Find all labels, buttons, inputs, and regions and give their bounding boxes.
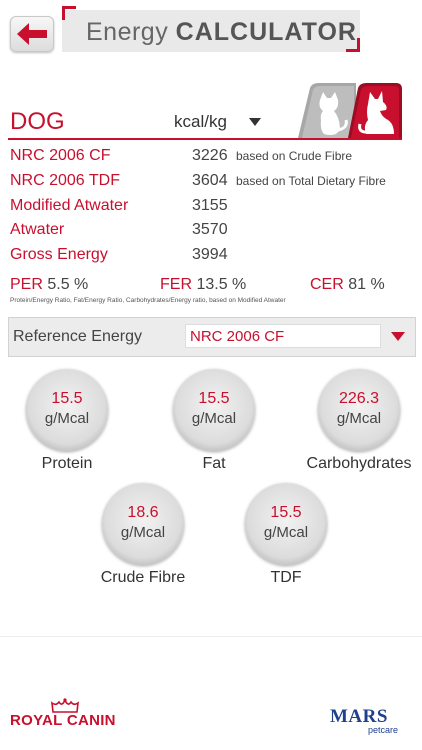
result-row-nrc-cf: NRC 2006 CF 3226 based on Crude Fibre — [10, 147, 414, 169]
nutrient-gauge-tdf: 15.5 g/Mcal TDF — [211, 483, 361, 593]
result-value: 3570 — [192, 221, 228, 238]
reference-energy-bar: Reference Energy NRC 2006 CF — [8, 317, 416, 357]
page-title: Energy CALCULATOR — [86, 18, 357, 47]
gauge-unit: g/Mcal — [263, 524, 309, 541]
unit-dropdown[interactable]: kcal/kg — [174, 112, 261, 132]
energy-calculator-screen: Energy CALCULATOR DOG kcal/kg NRC 2006 C… — [0, 0, 422, 750]
dropdown-arrow-icon[interactable] — [391, 332, 405, 341]
divider — [8, 138, 402, 140]
back-button[interactable] — [10, 16, 54, 52]
result-value: 3155 — [192, 197, 228, 214]
ratio-value: 13.5 % — [196, 276, 247, 293]
result-note: based on Total Dietary Fibre — [236, 174, 386, 188]
gauge-value: 18.6 — [127, 504, 159, 521]
mars-petcare-logo: MARS petcare — [330, 706, 410, 738]
species-label: DOG — [10, 108, 65, 135]
gauge-unit: g/Mcal — [120, 524, 166, 541]
ratio-cer: CER 81 % — [310, 276, 385, 294]
gauge-disc: 18.6 g/Mcal — [102, 483, 184, 565]
gauge-value: 226.3 — [338, 390, 380, 407]
reference-energy-dropdown[interactable]: NRC 2006 CF — [185, 324, 381, 348]
gauge-caption: TDF — [270, 569, 302, 586]
species-tabs-graphic — [298, 83, 402, 138]
result-label: NRC 2006 CF — [10, 147, 111, 164]
gauge-value: 15.5 — [270, 504, 302, 521]
gauge-unit: g/Mcal — [44, 410, 90, 427]
reference-energy-label: Reference Energy — [13, 328, 142, 345]
gauge-caption: Protein — [41, 455, 93, 472]
gauge-unit: g/Mcal — [191, 410, 237, 427]
royal-canin-logo: ROYAL CANIN — [10, 698, 126, 738]
result-row-modified-atwater: Modified Atwater 3155 — [10, 197, 414, 219]
nutrient-gauge-protein: 15.5 g/Mcal Protein — [0, 369, 142, 479]
royal-canin-wordmark: ROYAL CANIN — [10, 712, 116, 729]
ratio-label: PER — [10, 276, 43, 293]
result-value: 3226 — [192, 147, 228, 164]
gauge-disc: 15.5 g/Mcal — [173, 369, 255, 451]
gauge-caption: Crude Fibre — [100, 569, 186, 586]
ratio-fer: FER 13.5 % — [160, 276, 246, 294]
gauge-unit: g/Mcal — [336, 410, 382, 427]
gauge-caption: Fat — [202, 455, 226, 472]
footer-divider — [0, 636, 422, 637]
nutrient-gauge-carbohydrates: 226.3 g/Mcal Carbohydrates — [284, 369, 422, 479]
back-arrow-icon — [17, 23, 47, 45]
result-row-atwater: Atwater 3570 — [10, 221, 414, 243]
result-row-nrc-tdf: NRC 2006 TDF 3604 based on Total Dietary… — [10, 172, 414, 194]
nutrient-gauge-crude-fibre: 18.6 g/Mcal Crude Fibre — [68, 483, 218, 593]
result-value: 3604 — [192, 172, 228, 189]
result-row-gross-energy: Gross Energy 3994 — [10, 246, 414, 268]
title-corner-decoration — [62, 6, 76, 20]
gauge-caption: Carbohydrates — [306, 455, 412, 472]
cat-tab[interactable] — [298, 83, 356, 138]
chevron-down-icon — [248, 118, 261, 126]
ratio-label: CER — [310, 276, 344, 293]
result-value: 3994 — [192, 246, 228, 263]
gauge-value: 15.5 — [198, 390, 230, 407]
gauge-value: 15.5 — [51, 390, 83, 407]
ratio-value: 5.5 % — [47, 276, 89, 293]
page-title-bold: CALCULATOR — [175, 18, 357, 46]
result-label: Atwater — [10, 221, 65, 238]
result-label: Gross Energy — [10, 246, 108, 263]
petcare-wordmark: petcare — [368, 725, 399, 735]
energy-ratios: PER 5.5 % FER 13.5 % CER 81 % — [10, 276, 414, 298]
dog-tab[interactable] — [348, 83, 402, 138]
gauge-disc: 226.3 g/Mcal — [318, 369, 400, 451]
ratio-value: 81 % — [348, 276, 385, 293]
ratio-footnote: Protein/Energy Ratio, Fat/Energy Ratio, … — [10, 297, 286, 304]
result-label: Modified Atwater — [10, 197, 129, 214]
unit-value: kcal/kg — [174, 112, 227, 131]
gauge-disc: 15.5 g/Mcal — [26, 369, 108, 451]
page-title-light: Energy — [86, 18, 169, 46]
species-tabs — [296, 82, 404, 138]
nutrient-gauge-fat: 15.5 g/Mcal Fat — [139, 369, 289, 479]
ratio-label: FER — [160, 276, 192, 293]
ratio-per: PER 5.5 % — [10, 276, 88, 294]
reference-energy-value: NRC 2006 CF — [190, 328, 285, 345]
result-note: based on Crude Fibre — [236, 149, 353, 163]
gauge-disc: 15.5 g/Mcal — [245, 483, 327, 565]
result-label: NRC 2006 TDF — [10, 172, 120, 189]
